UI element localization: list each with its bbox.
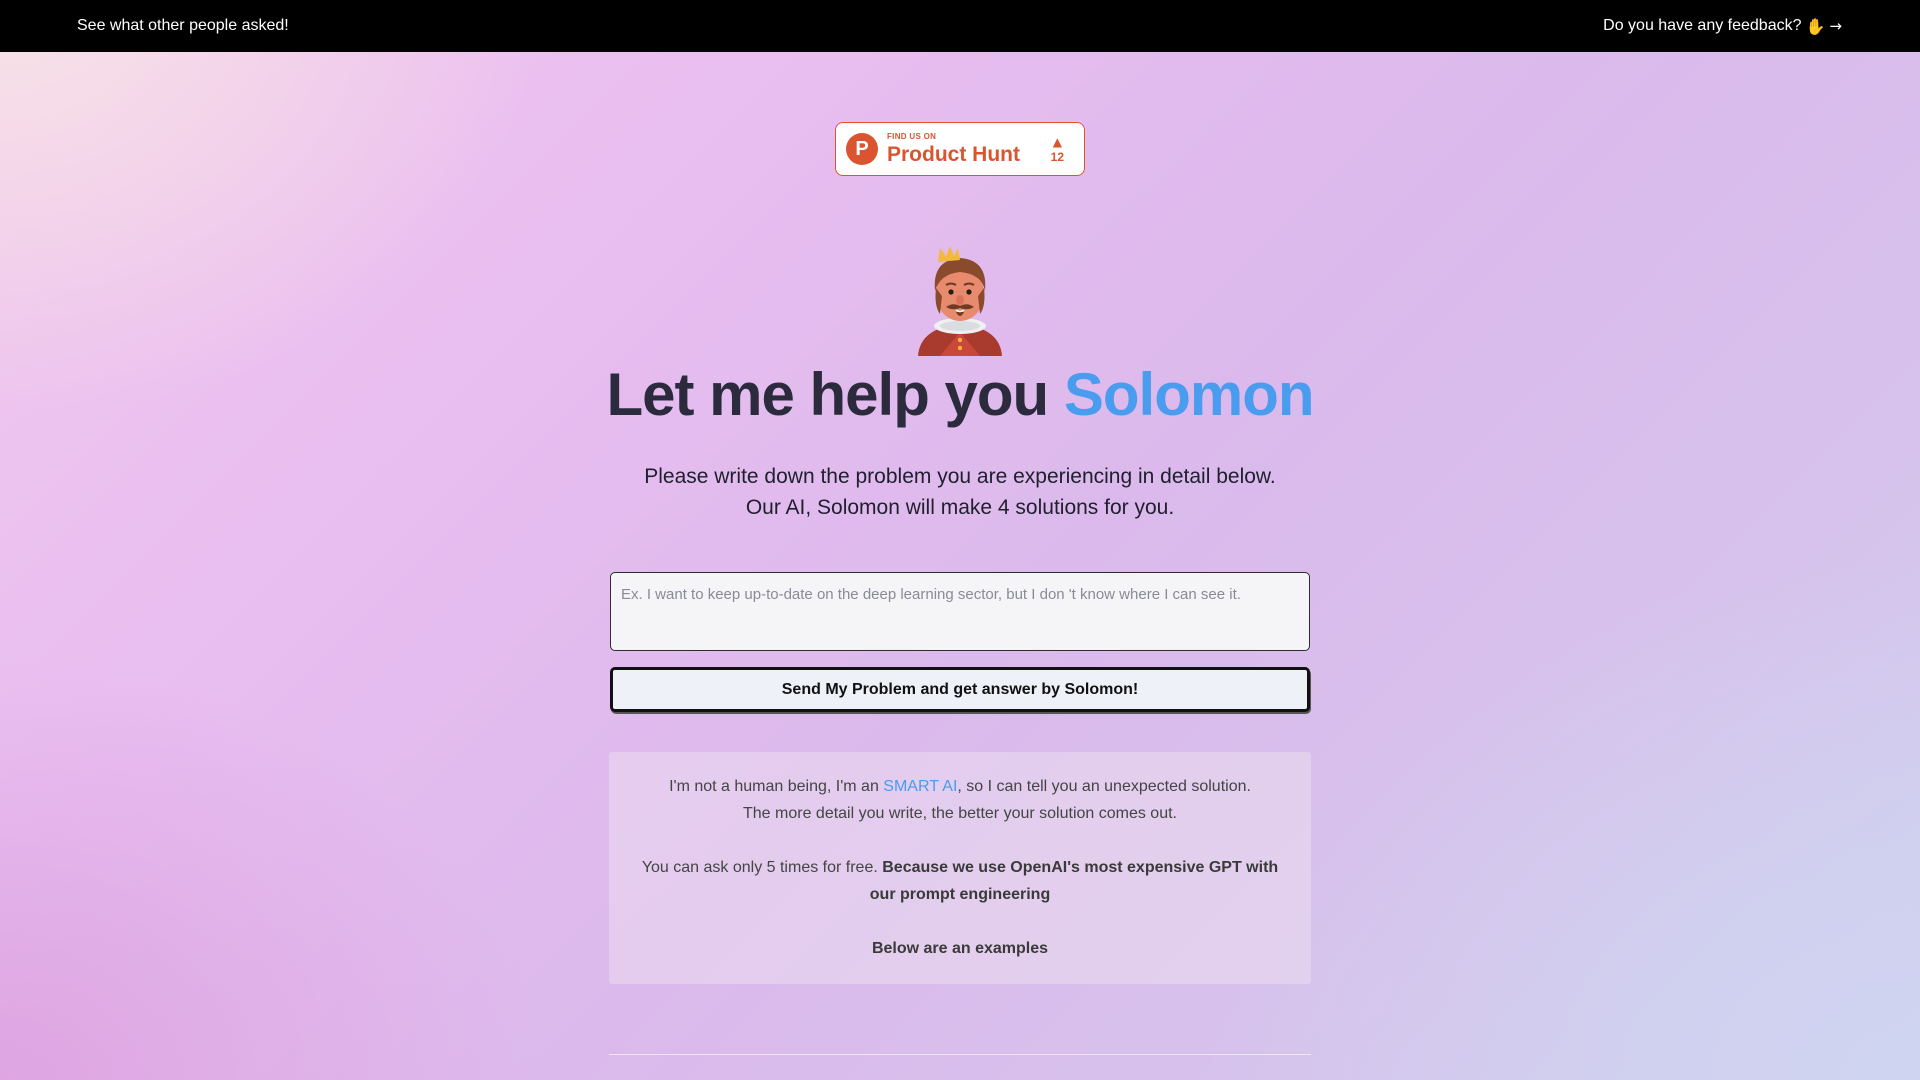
info-intro: I'm not a human being, I'm an SMART AI, … [609,773,1311,827]
section-divider [609,1054,1311,1055]
free-limit-reason: Because we use OpenAI's most expensive G… [869,859,1279,903]
info-line-2: The more detail you write, the better yo… [743,805,1177,822]
solomon-king-avatar-icon [918,246,1002,356]
top-nav-bar: See what other people asked! Do you have… [0,0,1920,52]
feedback-text: Do you have any feedback? [1603,17,1802,34]
product-hunt-votes: ▲ 12 [1051,136,1064,163]
info-line-1-post: , so I can tell you an unexpected soluti… [957,778,1251,795]
see-other-questions-link[interactable]: See what other people asked! [77,17,289,35]
info-line-1: I'm not a human being, I'm an SMART AI, … [609,773,1311,800]
info-card: I'm not a human being, I'm an SMART AI, … [609,752,1311,984]
subtitle-line-2: Our AI, Solomon will make 4 solutions fo… [745,496,1175,519]
problem-input[interactable] [610,572,1310,651]
feedback-link[interactable]: Do you have any feedback? ✋ → [1603,17,1842,36]
page-title: Let me help you Solomon [0,360,1920,429]
smart-ai-link[interactable]: SMART AI [883,778,957,795]
product-hunt-name: Product Hunt [887,143,1020,166]
vote-count: 12 [1050,149,1064,164]
info-line-1-pre: I'm not a human being, I'm an [669,778,884,795]
free-limit-text: You can ask only 5 times for free. [641,859,883,876]
free-limit-note: You can ask only 5 times for free. Becau… [609,854,1311,908]
page-title-accent: Solomon [1063,361,1315,428]
product-hunt-badge[interactable]: P FIND US ON Product Hunt ▲ 12 [835,122,1085,176]
product-hunt-logo-icon: P [846,133,878,165]
upvote-icon: ▲ [1052,134,1062,149]
product-hunt-find-us-label: FIND US ON [887,132,937,141]
page-title-prefix: Let me help you [606,361,1049,428]
arrow-right-icon: → [1829,17,1842,35]
raised-hand-icon: ✋ [1805,16,1826,36]
examples-heading: Below are an examples [871,940,1049,957]
send-problem-button[interactable]: Send My Problem and get answer by Solomo… [610,667,1310,712]
page-subtitle: Please write down the problem you are ex… [0,461,1920,523]
subtitle-line-1: Please write down the problem you are ex… [644,465,1276,488]
product-hunt-text: FIND US ON Product Hunt [887,132,1020,166]
